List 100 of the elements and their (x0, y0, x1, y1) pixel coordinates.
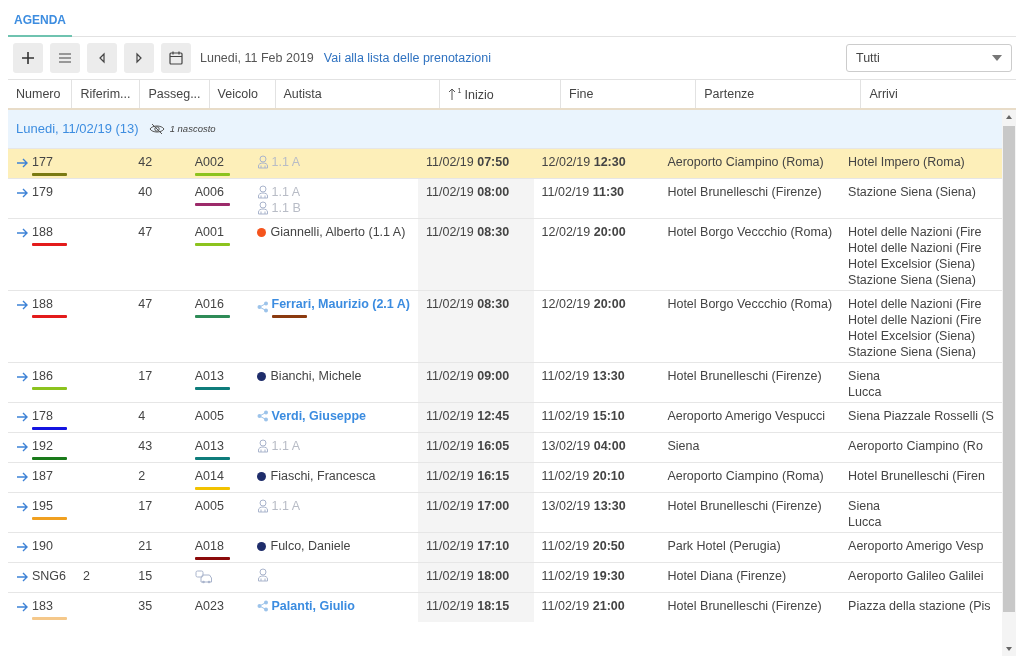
arrival-place: Hotel Excelsior (Siena) (848, 328, 977, 344)
end-time: 11/02/19 20:10 (533, 462, 660, 493)
start-time: 11/02/19 09:00 (418, 362, 534, 403)
table-row[interactable]: SNG6 2 15 11/02/19 18:00 11/02/19 19:30 Hotel Diana (Firenze) Aeroporto Galileo Galilei (8, 562, 1002, 593)
arrow-right-icon (16, 188, 28, 198)
start-time: 11/02/19 16:15 (418, 462, 534, 493)
arrival-place: Lucca (848, 514, 883, 530)
driver-slot: 1.1 A (271, 498, 301, 514)
caret-icon (992, 55, 1002, 61)
table-row[interactable]: 188 47 A001 Giannelli, Alberto (1.1 A) 11/02/19 08:30 12/02/19 20:00 Hotel Borgo Veccchio (Roma) Hotel delle Nazioni (Fire Hotel delle Nazioni (Fire Hotel Excelsior (Siena) Stazione Siena (Siena) (8, 218, 1002, 291)
departure-place: Siena (659, 432, 841, 463)
arrow-right-icon (16, 472, 28, 482)
passenger-count: 47 (130, 290, 187, 363)
next-button[interactable] (124, 43, 154, 73)
arrival-place: Siena (848, 498, 882, 514)
booking-number[interactable]: 177 (32, 154, 53, 170)
calendar-button[interactable] (161, 43, 191, 73)
booking-number[interactable]: 179 (32, 184, 53, 200)
table-row[interactable]: 178 4 A005 Verdi, Giuseppe 11/02/19 12:45 11/02/19 15:10 Aeroporto Amerigo Vespucci Siena Piazzale Rosselli (S (8, 402, 1002, 433)
end-time: 11/02/19 11:30 (533, 178, 660, 219)
arrow-right-icon (16, 300, 28, 310)
booking-number[interactable]: 192 (32, 438, 53, 454)
booking-number[interactable]: 178 (32, 408, 53, 424)
menu-icon (57, 50, 73, 66)
departure-place: Aeroporto Amerigo Vespucci (659, 402, 841, 433)
person-icon (256, 185, 269, 199)
add-button[interactable] (13, 43, 43, 73)
filter-dropdown[interactable]: Tutti (846, 44, 1012, 72)
booking-number[interactable]: 188 (32, 296, 53, 312)
start-time: 11/02/19 18:15 (418, 592, 534, 622)
table-row[interactable]: 183 35 A023 Palanti, Giulio 11/02/19 18:15 11/02/19 21:00 Hotel Brunelleschi (Firenze) Piazza della stazione (Pis (8, 592, 1002, 622)
table-row[interactable]: 186 17 A013 Bianchi, Michele 11/02/19 09:00 11/02/19 13:30 Hotel Brunelleschi (Firenze) Siena Lucca (8, 362, 1002, 403)
driver-name: Fiaschi, Francesca (270, 468, 376, 484)
end-time: 11/02/19 20:50 (533, 532, 660, 563)
vehicle-code: A005 (194, 408, 224, 424)
person-icon (256, 155, 269, 169)
bookings-link[interactable]: Vai alla lista delle prenotazioni (323, 51, 491, 65)
booking-number[interactable]: 195 (32, 498, 53, 514)
arrival-place: Hotel Excelsior (Siena) (848, 256, 977, 272)
start-time: 11/02/19 07:50 (418, 148, 534, 179)
reference-cell: 2 (75, 562, 131, 593)
arrival-place: Siena (848, 368, 882, 384)
start-time: 11/02/19 17:00 (418, 492, 534, 533)
arrival-place: Lucca (848, 384, 883, 400)
booking-number[interactable]: 190 (32, 538, 53, 554)
end-time: 13/02/19 04:00 (533, 432, 660, 463)
booking-number[interactable]: 188 (32, 224, 53, 240)
car-with-driver-icon (194, 570, 213, 584)
vehicle-code: A014 (194, 468, 224, 484)
driver-name[interactable]: Palanti, Giulio (271, 598, 355, 614)
table-row[interactable]: 177 42 A002 1.1 A 11/02/19 07:50 12/02/19 12:30 Aeroporto Ciampino (Roma) Hotel Impero (Roma) (8, 148, 1002, 179)
end-time: 12/02/19 12:30 (533, 148, 660, 179)
arrival-place: Hotel delle Nazioni (Fire (848, 296, 983, 312)
table-row[interactable]: 190 21 A018 Fulco, Daniele 11/02/19 17:10 11/02/19 20:50 Park Hotel (Perugia) Aeroporto Amerigo Vesp (8, 532, 1002, 563)
passenger-count: 17 (130, 492, 187, 533)
arrival-place: Stazione Siena (Siena) (848, 272, 977, 288)
end-time: 13/02/19 13:30 (533, 492, 660, 533)
passenger-count: 4 (130, 402, 187, 433)
table-row[interactable]: 195 17 A005 1.1 A 11/02/19 17:00 13/02/19 13:30 Hotel Brunelleschi (Firenze) Siena Lucca (8, 492, 1002, 533)
vehicle-code: A013 (194, 438, 224, 454)
arrow-right-icon (16, 602, 28, 612)
driver-slot: 1.1 A (271, 154, 301, 170)
passenger-count: 17 (130, 362, 187, 403)
arrow-right-icon (16, 372, 28, 382)
arrival-place: Stazione Siena (Siena) (848, 344, 977, 360)
arrow-right-icon (16, 542, 28, 552)
plus-icon (20, 50, 36, 66)
end-time: 11/02/19 13:30 (533, 362, 660, 403)
table-row[interactable]: 192 43 A013 1.1 A 11/02/19 16:05 13/02/19 04:00 Siena Aeroporto Ciampino (Ro (8, 432, 1002, 463)
vehicle-code: A018 (194, 538, 224, 554)
share-icon (256, 600, 269, 612)
passenger-count: 42 (130, 148, 187, 179)
departure-place: Aeroporto Ciampino (Roma) (659, 148, 841, 179)
calendar-icon (168, 50, 184, 66)
arrow-right-icon (16, 228, 28, 238)
driver-slot: 1.1 B (271, 200, 301, 216)
driver-name: Giannelli, Alberto (1.1 A) (270, 224, 406, 240)
previous-button[interactable] (87, 43, 117, 73)
arrow-right-icon (16, 442, 28, 452)
departure-place: Hotel Diana (Firenze) (659, 562, 841, 593)
arrival-place: Hotel delle Nazioni (Fire (848, 240, 983, 256)
booking-number[interactable]: 187 (32, 468, 53, 484)
table-row[interactable]: 179 40 A006 1.1 A 1.1 B 11/02/19 08:00 11/02/19 11:30 Hotel Brunelleschi (Firenze) Stazione Siena (Siena) (8, 178, 1002, 219)
end-time: 11/02/19 19:30 (533, 562, 660, 593)
booking-number[interactable]: 183 (32, 598, 53, 614)
vehicle-code: A002 (194, 154, 224, 170)
driver-name[interactable]: Verdi, Giuseppe (271, 408, 366, 424)
scrollbar[interactable] (1002, 110, 1016, 656)
table-row[interactable]: 187 2 A014 Fiaschi, Francesca 11/02/19 16:15 11/02/19 20:10 Aeroporto Ciampino (Roma) Hotel Brunelleschi (Firen (8, 462, 1002, 493)
passenger-count: 43 (130, 432, 187, 463)
departure-place: Hotel Brunelleschi (Firenze) (659, 492, 841, 533)
start-time: 11/02/19 12:45 (418, 402, 534, 433)
departure-place: Aeroporto Ciampino (Roma) (659, 462, 841, 493)
booking-number[interactable]: SNG6 (32, 568, 67, 584)
share-icon (256, 410, 269, 422)
start-time: 11/02/19 08:00 (418, 178, 534, 219)
start-time: 11/02/19 17:10 (418, 532, 534, 563)
table-row[interactable]: 188 47 A016 Ferrari, Maurizio (2.1 A) 11/02/19 08:30 12/02/19 20:00 Hotel Borgo Veccchio (Roma) Hotel delle Nazioni (Fire Hotel delle Nazioni (Fire Hotel Excelsior (Siena) Stazione Siena (Siena) (8, 290, 1002, 363)
driver-name: Bianchi, Michele (270, 368, 362, 384)
booking-number[interactable]: 186 (32, 368, 53, 384)
